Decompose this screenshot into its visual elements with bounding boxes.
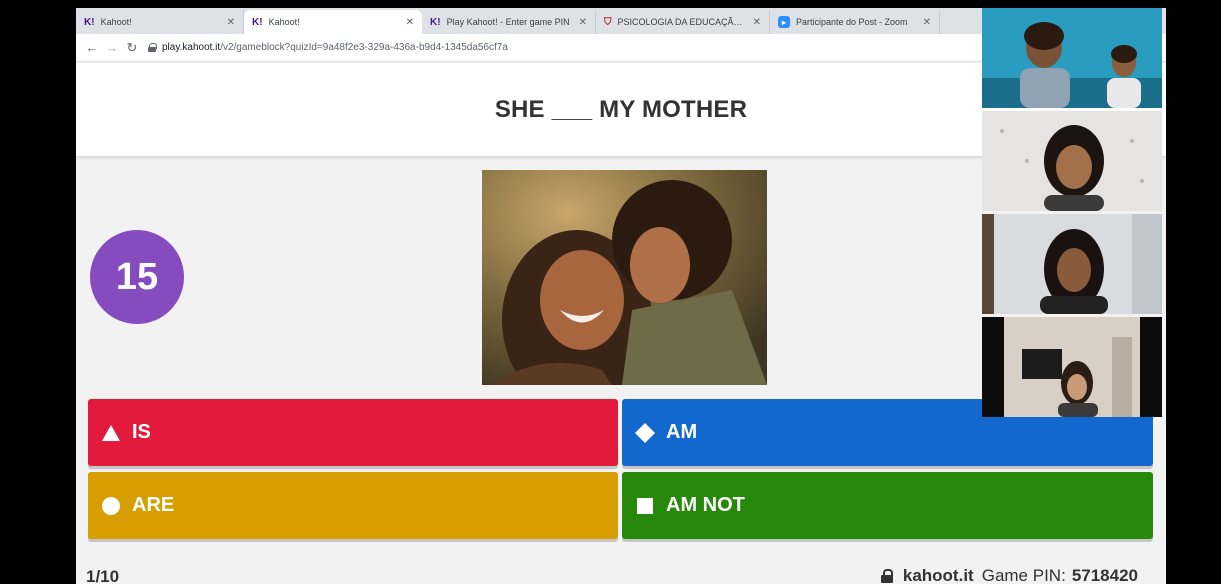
tab-kahoot-1[interactable]: K! Kahoot! ✕ — [76, 10, 244, 34]
answer-label: ARE — [132, 494, 175, 516]
tab-kahoot-2[interactable]: K! Kahoot! ✕ — [244, 10, 422, 34]
lock-icon — [880, 569, 893, 583]
shield-icon: ⛉ — [604, 16, 612, 28]
url-path: /v2/gameblock?quizId=9a48f2e3-329a-436a-… — [220, 42, 508, 53]
reload-icon[interactable]: ↻ — [122, 38, 142, 58]
answer-label: IS — [132, 421, 151, 443]
tab-title: Play Kahoot! - Enter game PIN — [446, 17, 570, 27]
close-icon[interactable]: ✕ — [923, 17, 931, 28]
close-icon[interactable]: ✕ — [406, 17, 414, 28]
answer-label: AM NOT — [666, 494, 745, 516]
square-icon — [634, 495, 656, 517]
tab-title: PSICOLOGIA DA EDUCAÇÃO - — [617, 17, 745, 27]
back-arrow-icon[interactable]: ← — [82, 38, 102, 58]
url-host: play.kahoot.it — [162, 42, 221, 53]
game-pin: 5718420 — [1071, 566, 1138, 584]
answer-option-3[interactable]: ARE — [88, 472, 618, 539]
site-name: kahoot.it — [902, 566, 974, 584]
tab-title: Kahoot! — [268, 17, 300, 27]
participant-video-3[interactable] — [982, 214, 1162, 314]
pin-label: Game PIN: — [981, 566, 1066, 584]
kahoot-favicon-icon: K! — [252, 16, 263, 28]
game-footer: 1/10 kahoot.it Game PIN: 5718420 — [76, 554, 1166, 584]
tab-title: Participante do Post - Zoom — [796, 17, 908, 27]
zoom-participant-tiles — [982, 8, 1162, 418]
participant-video-1[interactable] — [982, 8, 1162, 108]
question-image — [482, 170, 767, 385]
answer-label: AM — [666, 421, 698, 443]
close-icon[interactable]: ✕ — [579, 17, 587, 28]
question-text: SHE ___ MY MOTHER — [494, 95, 748, 123]
answer-option-4[interactable]: AM NOT — [622, 472, 1153, 539]
lock-icon — [148, 43, 157, 52]
tab-zoom[interactable]: ▸ Participante do Post - Zoom ✕ — [770, 10, 940, 34]
circle-icon — [100, 495, 122, 517]
close-icon[interactable]: ✕ — [753, 17, 761, 28]
screen-frame: K! Kahoot! ✕ K! Kahoot! ✕ K! Play Kahoot… — [0, 0, 1221, 584]
triangle-icon — [100, 422, 122, 444]
zoom-icon: ▸ — [778, 16, 790, 28]
question-counter: 1/10 — [86, 567, 120, 584]
kahoot-favicon-icon: K! — [84, 16, 95, 28]
answer-option-1[interactable]: IS — [88, 399, 618, 466]
mother-daughter-photo — [482, 170, 767, 385]
tab-play-kahoot[interactable]: K! Play Kahoot! - Enter game PIN ✕ — [422, 10, 596, 34]
diamond-icon — [634, 422, 656, 444]
tab-psicologia[interactable]: ⛉ PSICOLOGIA DA EDUCAÇÃO - ✕ — [596, 10, 770, 34]
participant-video-4[interactable] — [982, 317, 1162, 417]
participant-video-2[interactable] — [982, 111, 1162, 211]
tab-title: Kahoot! — [100, 17, 132, 27]
kahoot-favicon-icon: K! — [430, 16, 441, 28]
close-icon[interactable]: ✕ — [227, 17, 235, 28]
countdown-timer: 15 — [90, 230, 184, 324]
forward-arrow-icon[interactable]: → — [102, 38, 122, 58]
game-pin-info: kahoot.it Game PIN: 5718420 — [880, 566, 1138, 584]
